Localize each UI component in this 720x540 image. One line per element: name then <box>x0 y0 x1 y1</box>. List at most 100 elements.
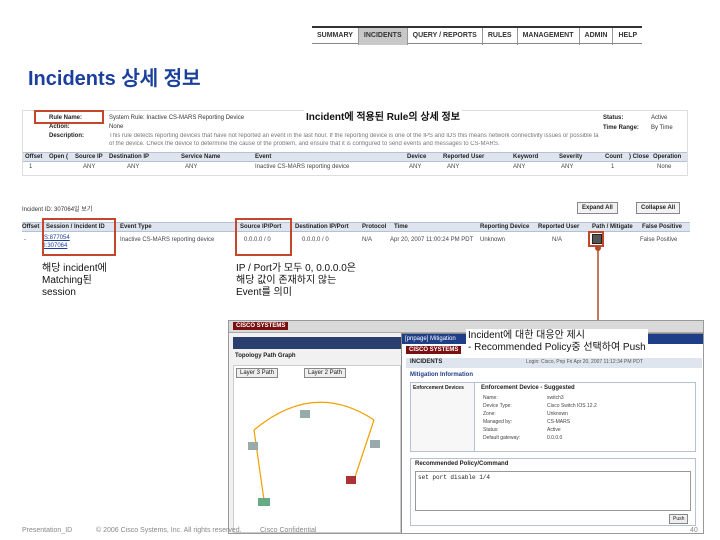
inc-cell-offset: - <box>24 237 26 243</box>
description-value: This rule detects reporting devices that… <box>109 133 599 139</box>
ip-port-highlight <box>235 218 292 256</box>
field-zone-label: Zone: <box>483 411 496 417</box>
topology-title: Topology Path Graph <box>235 353 296 359</box>
nav-admin[interactable]: ADMIN <box>580 28 614 45</box>
inc-col-false-positive: False Positive <box>642 224 683 230</box>
mitigation-annotation: Incident에 대한 대응안 제시 - Recommended Policy… <box>466 329 648 355</box>
command-textarea[interactable]: set port disable 1/4 <box>415 471 691 511</box>
rule-cell-operation: None <box>657 164 672 170</box>
rule-cell-keyword: ANY <box>513 164 526 170</box>
description-label: Description: <box>49 133 85 139</box>
enforcement-devices-label: Enforcement Devices <box>413 385 464 391</box>
inc-col-path-mitigate: Path / Mitigate <box>592 224 633 230</box>
inc-cell-protocol: N/A <box>362 237 373 243</box>
inc-col-destination: Destination IP/Port <box>295 224 349 230</box>
rule-cell-event: Inactive CS-MARS reporting device <box>255 164 350 170</box>
rule-col-device: Device <box>407 154 427 160</box>
inc-cell-destination: 0.0.0.0 / 0 <box>302 237 329 243</box>
expand-all-button[interactable]: Expand All <box>577 202 618 214</box>
rule-name-highlight <box>34 110 104 124</box>
status-label: Status: <box>603 115 624 121</box>
rule-cell-count: 1 <box>611 164 615 170</box>
session-highlight <box>42 218 116 256</box>
rule-col-offset: Offset <box>25 154 43 160</box>
layer3-button[interactable]: Layer 3 Path <box>236 368 279 378</box>
inc-cell-reported-user: N/A <box>552 237 563 243</box>
inner-login-text: Login: Cisco, Pnp Fri Apr 20, 2007 11:12… <box>526 359 643 365</box>
field-status-value: Active <box>547 427 561 433</box>
screenshot-banner <box>233 337 401 349</box>
enforcement-device-list: Enforcement Devices <box>411 383 475 451</box>
field-device-type-label: Device Type: <box>483 403 512 409</box>
status-value: Active <box>651 115 668 121</box>
arrow-start-dot <box>595 245 601 251</box>
field-gateway-label: Default gateway: <box>483 435 521 441</box>
action-label: Action: <box>49 124 70 130</box>
field-name-value: switch3 <box>547 395 564 401</box>
description-value-2: of the device. Check the device to deter… <box>109 141 500 147</box>
layer2-button[interactable]: Layer 2 Path <box>304 368 347 378</box>
rule-cell-offset: 1 <box>29 164 33 170</box>
nav-help[interactable]: HELP <box>613 28 642 45</box>
field-device-type-value: Cisco Switch IOS 12.2 <box>547 403 597 409</box>
field-managed-value: CS-MARS <box>547 419 571 425</box>
recommended-policy-label: Recommended Policy/Command <box>415 461 509 467</box>
rule-col-keyword: Keyword <box>513 154 539 160</box>
rule-name-value: System Rule: Inactive CS-MARS Reporting … <box>109 115 245 121</box>
inc-col-event-type: Event Type <box>120 224 152 230</box>
inner-tab-incidents[interactable]: INCIDENTS <box>410 359 442 365</box>
rule-cell-service: ANY <box>185 164 198 170</box>
rule-col-close: ) Close <box>629 154 650 160</box>
rule-cell-source-ip: ANY <box>83 164 96 170</box>
footer-confidential: Cisco Confidential <box>260 527 317 534</box>
inc-col-reporting-device: Reporting Device <box>480 224 530 230</box>
rule-col-operation: Operation <box>653 154 682 160</box>
inc-col-protocol: Protocol <box>362 224 387 230</box>
rule-callout: Incident에 적용된 Rule의 상세 정보 <box>304 108 462 123</box>
footer-page-number: 40 <box>690 527 698 534</box>
field-zone-value: Unknown <box>547 411 568 417</box>
field-name-label: Name: <box>483 395 498 401</box>
mitigation-info-title: Mitigation Information <box>410 372 473 378</box>
inc-col-reported-user: Reported User <box>538 224 580 230</box>
rule-col-destination-ip: Destination IP <box>109 154 150 160</box>
push-button[interactable]: Push <box>669 514 689 524</box>
inc-cell-time: Apr 20, 2007 11:00:24 PM PDT <box>390 237 474 243</box>
time-range-label: Time Range: <box>603 125 639 131</box>
inc-col-time: Time <box>394 224 408 230</box>
rule-cell-severity: ANY <box>561 164 574 170</box>
slide-title: Incidents 상세 정보 <box>28 68 201 90</box>
action-value: None <box>109 124 124 130</box>
field-gateway-value: 0.0.0.0 <box>547 435 563 441</box>
rule-col-service-name: Service Name <box>181 154 221 160</box>
collapse-all-button[interactable]: Collapse All <box>636 202 681 214</box>
footer-copyright: © 2006 Cisco Systems, Inc. All rights re… <box>96 527 242 534</box>
ip-port-annotation: IP / Port가 모두 0, 0.0.0.0은 해당 값이 존재하지 않는 … <box>236 263 356 298</box>
mitigation-window: [pnpage] Mitigation CISCO SYSTEMS INCIDE… <box>401 333 703 533</box>
rule-table-header: Offset Open ( Source IP Destination IP S… <box>23 152 687 162</box>
rule-col-count: Count <box>605 154 623 160</box>
inc-cell-event-type: Inactive CS-MARS reporting device <box>120 237 215 243</box>
topology-lines <box>248 401 380 506</box>
inc-cell-reporting-device: Unknown <box>480 237 506 243</box>
nav-management[interactable]: MANAGEMENT <box>518 28 580 45</box>
nav-summary[interactable]: SUMMARY <box>312 28 359 45</box>
nav-query-reports[interactable]: QUERY / REPORTS <box>408 28 483 45</box>
cisco-logo: CISCO SYSTEMS <box>233 322 289 330</box>
rule-col-severity: Severity <box>559 154 583 160</box>
nav-incidents[interactable]: INCIDENTS <box>358 28 408 45</box>
field-managed-label: Managed by: <box>483 419 512 425</box>
rule-col-reported-user: Reported User <box>443 154 485 160</box>
inc-cell-false-positive[interactable]: False Positive <box>640 237 677 243</box>
session-annotation: 해당 incident에 Matching된 session <box>42 263 107 298</box>
incident-id-label[interactable]: Incident ID: 307064일 보기 <box>22 204 92 213</box>
policy-box: Recommended Policy/Command set port disa… <box>410 458 696 526</box>
rule-cell-device: ANY <box>409 164 422 170</box>
topology-graph: Layer 3 Path Layer 2 Path <box>233 365 401 533</box>
time-range-value: By Time <box>651 125 673 131</box>
rule-col-open: Open ( <box>49 154 68 160</box>
rule-col-event: Event <box>255 154 272 160</box>
rule-cell-destination-ip: ANY <box>127 164 140 170</box>
inner-tabbar: INCIDENTS Login: Cisco, Pnp Fri Apr 20, … <box>406 358 702 368</box>
nav-rules[interactable]: RULES <box>483 28 518 45</box>
